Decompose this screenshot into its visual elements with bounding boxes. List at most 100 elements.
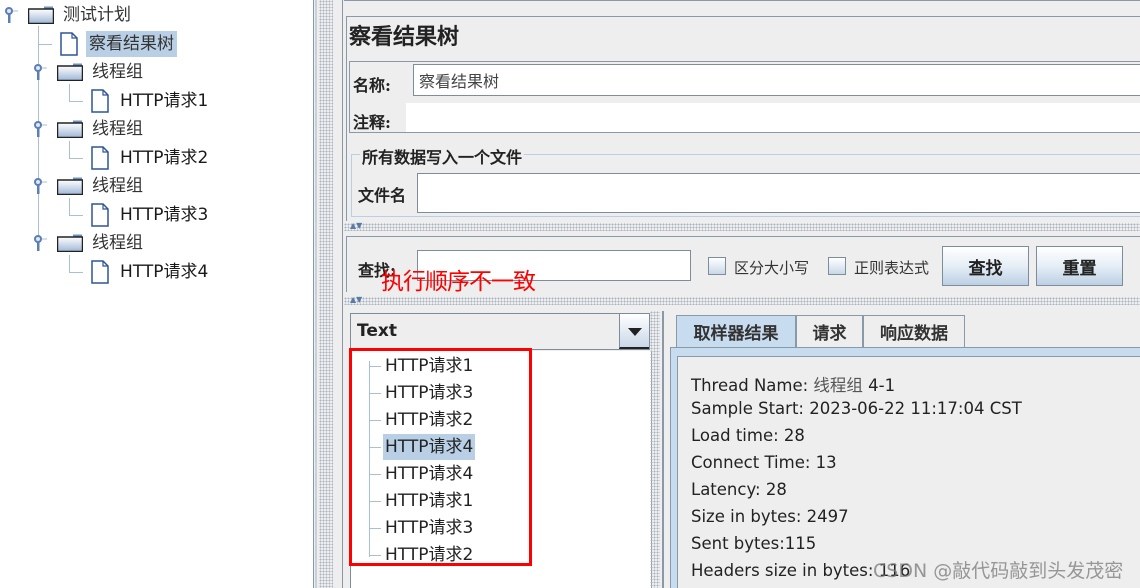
folder-icon — [57, 177, 83, 195]
tree-node-test-plan[interactable]: 测试计划 — [4, 1, 134, 29]
tree-guide-line — [69, 141, 70, 159]
folder-icon — [57, 63, 83, 81]
tree-node-view-results-tree[interactable]: 察看结果树 — [60, 30, 177, 58]
tree-guide-line — [69, 255, 70, 273]
filename-field[interactable] — [417, 173, 1140, 213]
chevron-down-icon[interactable] — [619, 314, 649, 349]
annotation-text: 执行顺序不一致 — [381, 269, 536, 295]
result-list-item[interactable]: HTTP请求1 — [383, 353, 475, 379]
reset-button[interactable]: 重置 — [1036, 246, 1123, 286]
tree-node-label: 测试计划 — [63, 5, 131, 25]
result-list-item[interactable]: HTTP请求4 — [383, 434, 476, 460]
tree-node-label: 线程组 — [92, 62, 143, 82]
horizontal-splitter[interactable]: ▲▼ — [344, 296, 1140, 305]
expand-handle-icon[interactable] — [33, 177, 47, 195]
tree-node-label: HTTP请求4 — [120, 262, 209, 282]
write-to-file-group: 所有数据写入一个文件 文件名 — [351, 144, 1140, 217]
expand-handle-icon[interactable] — [33, 63, 47, 81]
tree-guide-line — [369, 528, 381, 529]
find-button[interactable]: 查找 — [942, 246, 1029, 286]
result-list-item[interactable]: HTTP请求4 — [383, 461, 475, 487]
comment-label: 注释: — [353, 113, 391, 132]
sampler-result-text[interactable]: Thread Name: 线程组 4-1 Sample Start: 2023-… — [677, 356, 1140, 588]
tree-node-http-request-4[interactable]: HTTP请求4 — [91, 258, 211, 286]
tree-guide-line — [369, 366, 381, 367]
horizontal-splitter[interactable]: ▲▼ — [344, 222, 1140, 231]
tab-response-data[interactable]: 响应数据 — [863, 315, 965, 347]
name-field[interactable]: 察看结果树 — [413, 64, 1140, 96]
renderer-select[interactable]: Text — [350, 313, 650, 350]
result-list-item[interactable]: HTTP请求3 — [383, 515, 475, 541]
filename-label: 文件名 — [358, 186, 407, 205]
sampler-result-line: Sent bytes:115 — [691, 534, 817, 553]
thread-name-cn: 线程组 — [813, 376, 863, 395]
folder-icon — [28, 6, 54, 24]
tree-node-label: HTTP请求2 — [120, 148, 209, 168]
result-detail-tabs: 取样器结果 请求 响应数据 Thread Name: 线程组 4-1 Sampl… — [662, 311, 1140, 588]
thread-name-key: Thread Name: — [691, 376, 814, 395]
tree-guide-line — [69, 215, 83, 216]
jmeter-window: 测试计划 察看结果树 线程组 HTTP请求1 线程组 HTTP请求2 线程组 H… — [0, 0, 1140, 588]
file-icon — [60, 32, 78, 56]
result-list-item[interactable]: HTTP请求2 — [383, 407, 475, 433]
renderer-selected-value: Text — [357, 321, 397, 341]
name-comment-box: 名称: 察看结果树 注释: — [349, 61, 1140, 133]
watermark: CSDN @敲代码敲到头发茂密 — [873, 560, 1124, 582]
tree-guide-line — [69, 158, 83, 159]
tree-node-http-request-2[interactable]: HTTP请求2 — [91, 144, 211, 172]
tree-node-thread-group-2[interactable]: 线程组 — [33, 115, 146, 143]
folder-icon — [57, 120, 83, 138]
sampler-result-line: Connect Time: 13 — [691, 453, 837, 472]
case-sensitive-checkbox[interactable] — [708, 257, 726, 275]
tree-node-label: 线程组 — [92, 176, 143, 196]
results-tree[interactable]: HTTP请求1 HTTP请求3 HTTP请求2 HTTP请求4 HTTP请求4 HTTP请… — [350, 351, 652, 588]
result-list-item[interactable]: HTTP请求3 — [383, 380, 475, 406]
file-icon — [91, 203, 109, 227]
sampler-result-line: Sample Start: 2023-06-22 11:17:04 CST — [691, 399, 1022, 418]
regex-label: 正则表达式 — [854, 259, 930, 277]
file-icon — [91, 146, 109, 170]
tree-node-label: 察看结果树 — [86, 31, 177, 57]
expand-handle-icon[interactable] — [33, 234, 47, 252]
tab-request[interactable]: 请求 — [796, 315, 863, 347]
expand-handle-icon[interactable] — [4, 6, 18, 24]
group-title: 所有数据写入一个文件 — [360, 144, 525, 168]
comment-field[interactable] — [406, 103, 1140, 132]
splitter-arrows-icon[interactable]: ▲▼ — [350, 296, 362, 304]
tree-guide-line — [369, 420, 381, 421]
tree-guide-line — [369, 501, 381, 502]
case-sensitive-label: 区分大小写 — [734, 259, 810, 277]
result-list-item[interactable]: HTTP请求1 — [383, 488, 475, 514]
sampler-result-line: Size in bytes: 2497 — [691, 507, 849, 526]
splitter-arrows-icon[interactable]: ▲▼ — [350, 222, 362, 230]
result-list-item[interactable]: HTTP请求2 — [383, 542, 475, 568]
tree-node-label: HTTP请求3 — [120, 205, 209, 225]
file-icon — [91, 89, 109, 113]
tree-node-label: 线程组 — [92, 119, 143, 139]
tree-guide-line — [69, 272, 83, 273]
results-splitter[interactable] — [650, 311, 660, 588]
regex-checkbox[interactable] — [828, 257, 846, 275]
tree-guide-line — [69, 198, 70, 216]
tree-node-thread-group-1[interactable]: 线程组 — [33, 58, 146, 86]
splitter-grip — [319, 0, 333, 588]
splitter-edge — [315, 0, 317, 588]
tree-guide-line — [38, 44, 52, 45]
tree-node-http-request-1[interactable]: HTTP请求1 — [91, 87, 211, 115]
vertical-splitter[interactable] — [315, 0, 343, 588]
name-label: 名称: — [353, 76, 391, 95]
tree-guide-line — [369, 393, 381, 394]
panel-title: 察看结果树 — [349, 24, 460, 50]
tree-guide-line — [369, 555, 381, 556]
folder-icon — [57, 234, 83, 252]
tree-node-http-request-3[interactable]: HTTP请求3 — [91, 201, 211, 229]
tab-sampler-result[interactable]: 取样器结果 — [676, 315, 796, 347]
tree-node-thread-group-3[interactable]: 线程组 — [33, 172, 146, 200]
tree-guide-line — [69, 101, 83, 102]
tree-guide-line — [369, 447, 381, 448]
tree-node-thread-group-4[interactable]: 线程组 — [33, 229, 146, 257]
file-icon — [91, 260, 109, 284]
tree-guide-line — [69, 84, 70, 102]
expand-handle-icon[interactable] — [33, 120, 47, 138]
test-plan-tree[interactable]: 测试计划 察看结果树 线程组 HTTP请求1 线程组 HTTP请求2 线程组 H… — [0, 0, 314, 588]
